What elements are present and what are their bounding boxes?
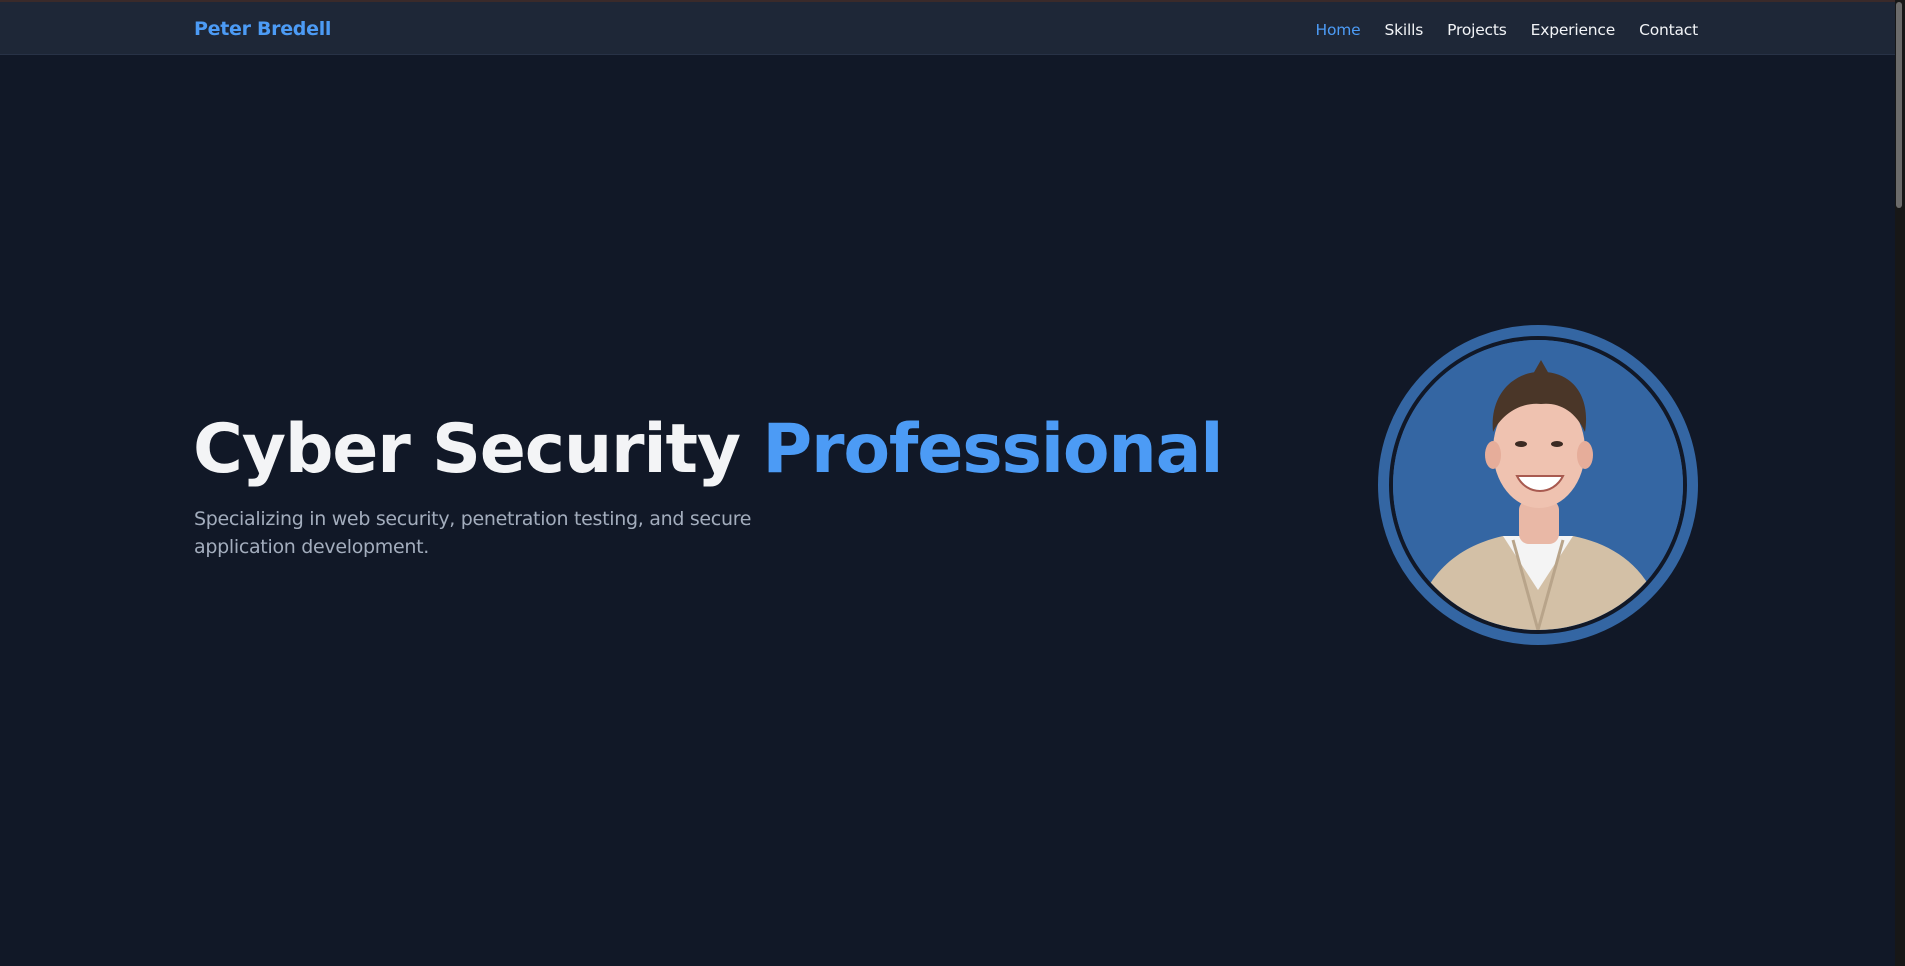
hero-title-accent: Professional: [762, 410, 1223, 489]
scrollbar-thumb[interactable]: [1896, 2, 1902, 208]
nav-link-projects[interactable]: Projects: [1447, 21, 1507, 39]
navbar: Peter Bredell Home Skills Projects Exper…: [0, 2, 1895, 55]
profile-photo-frame: [1389, 336, 1687, 634]
nav-link-home[interactable]: Home: [1316, 21, 1361, 39]
hero-subtitle: Specializing in web security, penetratio…: [194, 508, 752, 558]
nav-item-home: Home: [1316, 20, 1361, 39]
hero-title: Cyber Security Professional: [193, 405, 1224, 495]
nav-menu: Home Skills Projects Experience Contact: [1316, 20, 1699, 39]
nav-item-skills: Skills: [1385, 20, 1424, 39]
page-scrollbar[interactable]: [1895, 0, 1905, 966]
nav-item-contact: Contact: [1639, 20, 1698, 39]
nav-item-projects: Projects: [1447, 20, 1507, 39]
nav-link-skills[interactable]: Skills: [1385, 21, 1424, 39]
nav-link-contact[interactable]: Contact: [1639, 21, 1698, 39]
profile-photo-icon: [1393, 340, 1683, 630]
page: Peter Bredell Home Skills Projects Exper…: [0, 0, 1905, 966]
profile-avatar: [1378, 325, 1698, 645]
nav-link-experience[interactable]: Experience: [1531, 21, 1616, 39]
brand-logo-link[interactable]: Peter Bredell: [194, 18, 331, 40]
hero-title-main: Cyber Security: [193, 410, 763, 489]
nav-item-experience: Experience: [1531, 20, 1616, 39]
